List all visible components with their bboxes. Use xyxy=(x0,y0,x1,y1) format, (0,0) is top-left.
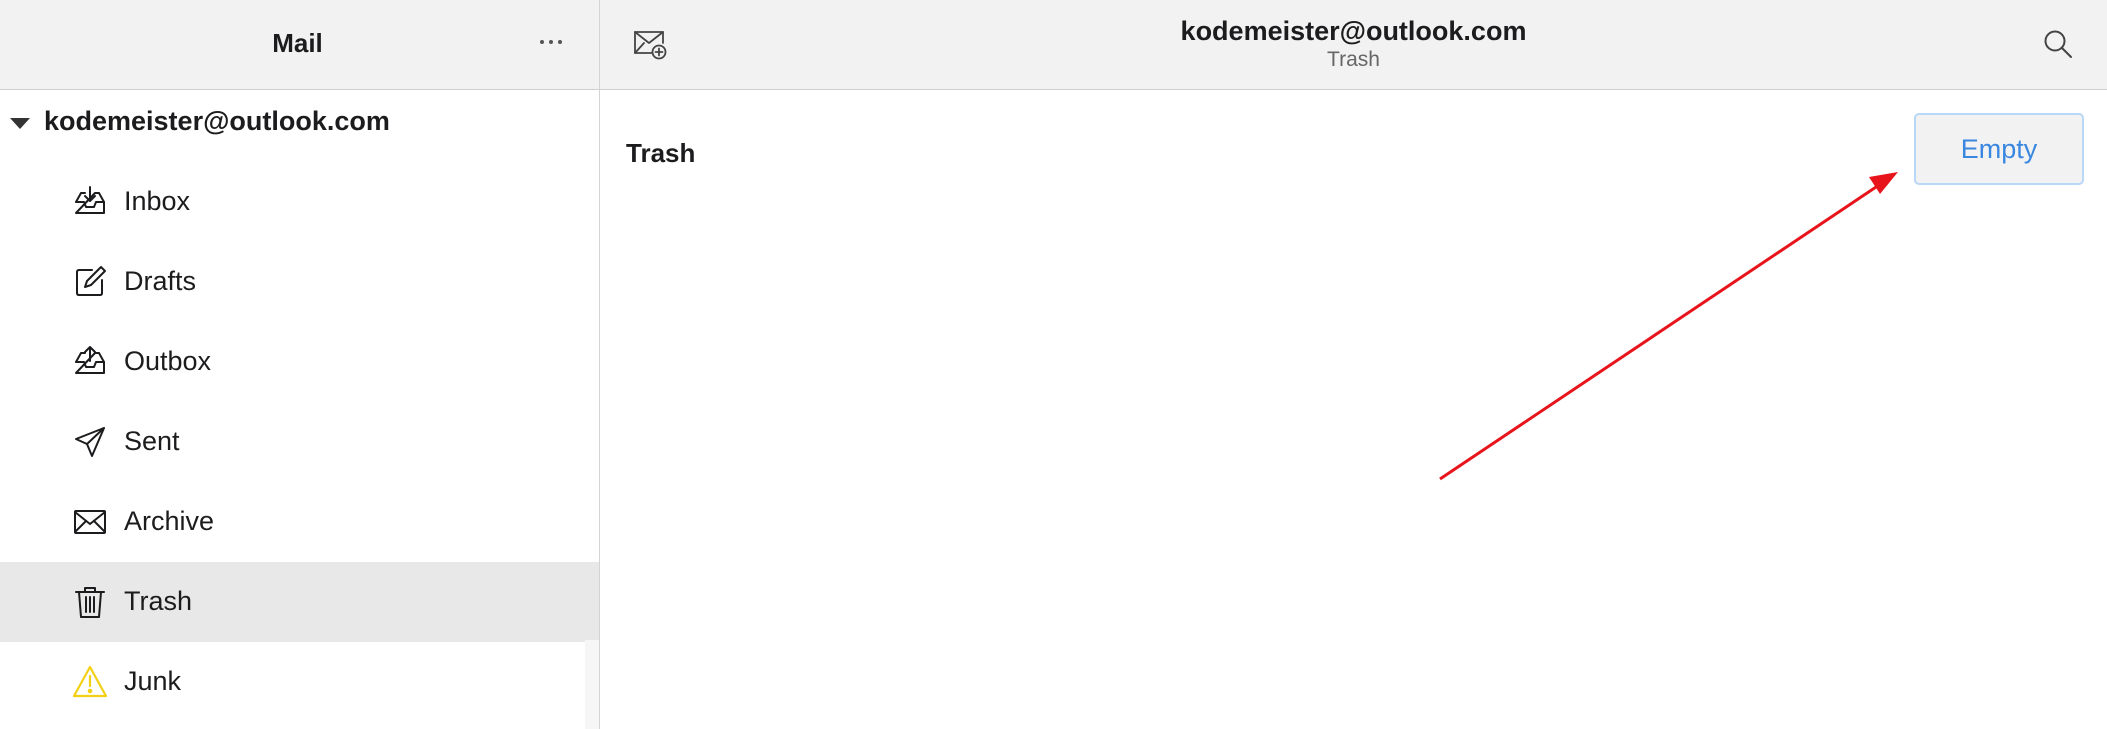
sidebar-item-drafts[interactable]: Drafts xyxy=(0,242,599,322)
folder-label: Drafts xyxy=(124,266,197,296)
folder-label: Inbox xyxy=(124,186,191,216)
sidebar-scroll-edge xyxy=(585,640,599,729)
empty-trash-button[interactable]: Empty xyxy=(1914,113,2084,185)
main-header: kodemeister@outlook.com Trash xyxy=(600,0,2107,90)
header-account: kodemeister@outlook.com xyxy=(1180,16,1527,46)
account-label: kodemeister@outlook.com xyxy=(44,106,390,136)
folder-label: Outbox xyxy=(124,346,212,376)
junk-warning-icon xyxy=(72,665,108,698)
page-title: Trash xyxy=(626,138,696,168)
inbox-icon xyxy=(75,186,105,214)
header-folder: Trash xyxy=(1327,48,1380,71)
search-icon[interactable] xyxy=(2040,26,2076,62)
sidebar-item-trash[interactable]: Trash xyxy=(0,562,599,642)
archive-icon xyxy=(74,510,106,534)
folder-label: Trash xyxy=(124,586,193,616)
sidebar: Mail kodemeister@outlook.com Inbox Draft… xyxy=(0,0,600,729)
sidebar-title: Mail xyxy=(272,28,323,58)
folder-label: Archive xyxy=(124,506,215,536)
sidebar-header: Mail xyxy=(0,0,599,90)
drafts-icon xyxy=(76,266,106,296)
sidebar-item-junk[interactable]: Junk xyxy=(0,642,599,722)
more-dot xyxy=(549,40,553,44)
account-row[interactable]: kodemeister@outlook.com xyxy=(0,90,599,154)
sidebar-item-outbox[interactable]: Outbox xyxy=(0,322,599,402)
folder-label: Sent xyxy=(124,426,180,456)
sent-icon xyxy=(75,427,105,457)
folder-label: Junk xyxy=(124,666,182,696)
sidebar-item-sent[interactable]: Sent xyxy=(0,402,599,482)
sidebar-item-archive[interactable]: Archive xyxy=(0,482,599,562)
sidebar-item-inbox[interactable]: Inbox xyxy=(0,162,599,242)
trash-icon xyxy=(75,587,105,618)
disclosure-triangle-icon[interactable] xyxy=(10,118,30,129)
outbox-icon xyxy=(75,346,105,374)
more-options-button[interactable] xyxy=(534,22,568,62)
more-dot xyxy=(540,40,544,44)
more-dot xyxy=(558,40,562,44)
